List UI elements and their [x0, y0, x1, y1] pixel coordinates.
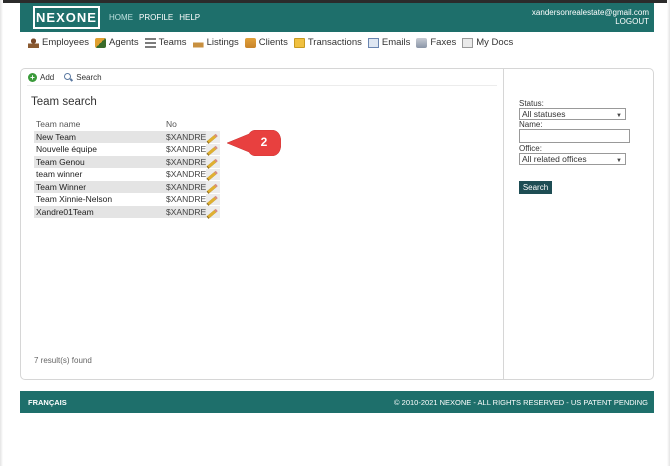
office-value: All related offices	[522, 154, 587, 164]
nav-transactions[interactable]: Transactions	[293, 37, 362, 48]
office-label: Office:	[519, 144, 542, 153]
nav-faxes-label: Faxes	[430, 37, 457, 48]
page-title: Team search	[31, 96, 97, 108]
filter-sidebar: Status: All statuses ▼ Name: Office: All …	[519, 99, 634, 194]
add-button[interactable]: + Add	[28, 73, 54, 82]
copyright-text: © 2010-2021 NEXONE - ALL RIGHTS RESERVED…	[394, 398, 648, 407]
account-email: xandersonrealestate@gmail.com	[531, 8, 649, 17]
team-no-cell: $XANDRE	[164, 181, 207, 193]
main-nav: Employees Agents Teams Listings Clients …	[28, 37, 513, 48]
team-no-cell: $XANDRE	[164, 193, 207, 205]
nav-faxes[interactable]: Faxes	[416, 37, 456, 48]
team-name-cell[interactable]: New Team	[34, 131, 164, 143]
chevron-down-icon: ▼	[616, 158, 622, 164]
account-info: xandersonrealestate@gmail.com LOGOUT	[532, 8, 649, 26]
callout-number: 2	[260, 135, 268, 149]
nav-employees[interactable]: Employees	[28, 37, 89, 48]
nav-home[interactable]: HOME	[109, 13, 133, 22]
team-search-panel: + Add Search Team search Team name No New…	[20, 68, 654, 380]
table-row[interactable]: Team Winner $XANDRE	[34, 181, 221, 193]
panel-divider	[503, 69, 504, 379]
footer: FRANÇAIS © 2010-2021 NEXONE - ALL RIGHTS…	[20, 391, 654, 413]
add-label: Add	[40, 73, 55, 82]
nav-profile[interactable]: PROFILE	[139, 13, 173, 22]
team-name-cell[interactable]: team winner	[34, 168, 164, 180]
nav-clients-label: Clients	[258, 37, 288, 48]
top-header: NEXONE HOME PROFILE HELP xandersonreales…	[20, 3, 654, 32]
teams-icon	[144, 37, 156, 48]
table-row[interactable]: Xandre01Team $XANDRE	[34, 206, 221, 218]
toolbar-divider	[27, 85, 497, 86]
column-team-name: Team name	[36, 119, 81, 129]
clients-icon	[244, 37, 256, 48]
nav-emails[interactable]: Emails	[367, 37, 411, 48]
logout-link[interactable]: LOGOUT	[532, 17, 649, 26]
team-no-cell: $XANDRE	[164, 156, 207, 168]
nav-teams-label: Teams	[158, 37, 187, 48]
results-count: 7 result(s) found	[34, 356, 92, 365]
language-link[interactable]: FRANÇAIS	[28, 398, 67, 407]
table-row[interactable]: team winner $XANDRE	[34, 168, 221, 181]
office-select[interactable]: All related offices ▼	[519, 153, 626, 165]
chevron-down-icon: ▼	[616, 113, 622, 119]
search-label: Search	[76, 73, 102, 82]
team-no-cell: $XANDRE	[164, 131, 207, 143]
step-callout: 2	[225, 130, 281, 156]
edit-pencil-icon[interactable]	[207, 208, 218, 218]
edit-pencil-icon[interactable]	[207, 146, 218, 156]
top-nav: HOME PROFILE HELP	[109, 13, 200, 22]
team-name-cell[interactable]: Xandre01Team	[34, 206, 164, 218]
search-icon	[64, 73, 73, 82]
nav-employees-label: Employees	[42, 37, 89, 48]
team-name-cell[interactable]: Nouvelle équipe	[34, 143, 164, 155]
add-icon: +	[28, 73, 37, 82]
column-no: No	[166, 119, 177, 129]
docs-icon	[462, 37, 474, 48]
status-select[interactable]: All statuses ▼	[519, 108, 626, 120]
team-name-cell[interactable]: Team Xinnie-Nelson	[34, 193, 164, 205]
nav-emails-label: Emails	[381, 37, 411, 48]
employees-icon	[28, 37, 39, 48]
team-no-cell: $XANDRE	[164, 168, 207, 180]
fax-icon	[416, 37, 428, 48]
status-label: Status:	[519, 99, 544, 108]
listings-icon	[192, 37, 204, 48]
transactions-folder-icon	[293, 37, 305, 48]
nav-mydocs-label: My Docs	[476, 37, 514, 48]
nav-help[interactable]: HELP	[179, 13, 200, 22]
nexone-logo[interactable]: NEXONE	[33, 6, 100, 29]
name-input[interactable]	[519, 129, 630, 143]
team-no-cell: $XANDRE	[164, 143, 207, 155]
nav-listings-label: Listings	[206, 37, 239, 48]
edit-pencil-icon[interactable]	[207, 183, 218, 193]
team-no-cell: $XANDRE	[164, 206, 207, 218]
nav-agents-label: Agents	[109, 37, 139, 48]
agents-icon	[95, 37, 106, 48]
edit-pencil-icon[interactable]	[207, 133, 218, 143]
team-name-cell[interactable]: Team Winner	[34, 181, 164, 193]
teams-table: Team name No New Team $XANDRE Nouvelle é…	[34, 117, 221, 219]
nav-agents[interactable]: Agents	[95, 37, 139, 48]
table-header: Team name No	[34, 118, 220, 130]
team-name-cell[interactable]: Team Genou	[34, 156, 164, 168]
emails-icon	[367, 37, 379, 48]
table-row[interactable]: New Team $XANDRE	[34, 131, 221, 143]
edit-pencil-icon[interactable]	[207, 171, 218, 181]
nav-mydocs[interactable]: My Docs	[462, 37, 513, 48]
search-button[interactable]: Search	[519, 181, 552, 194]
search-toolbar-button[interactable]: Search	[64, 73, 102, 82]
status-value: All statuses	[522, 109, 566, 119]
nav-clients[interactable]: Clients	[244, 37, 288, 48]
toolbar: + Add Search	[28, 73, 102, 82]
table-row[interactable]: Nouvelle équipe $XANDRE	[34, 143, 221, 156]
edit-pencil-icon[interactable]	[207, 158, 218, 168]
nav-listings[interactable]: Listings	[192, 37, 239, 48]
table-row[interactable]: Team Genou $XANDRE	[34, 156, 221, 168]
edit-pencil-icon[interactable]	[207, 196, 218, 206]
left-shadow	[0, 0, 3, 466]
table-row[interactable]: Team Xinnie-Nelson $XANDRE	[34, 193, 221, 206]
nav-teams[interactable]: Teams	[144, 37, 187, 48]
nav-transactions-label: Transactions	[307, 37, 362, 48]
